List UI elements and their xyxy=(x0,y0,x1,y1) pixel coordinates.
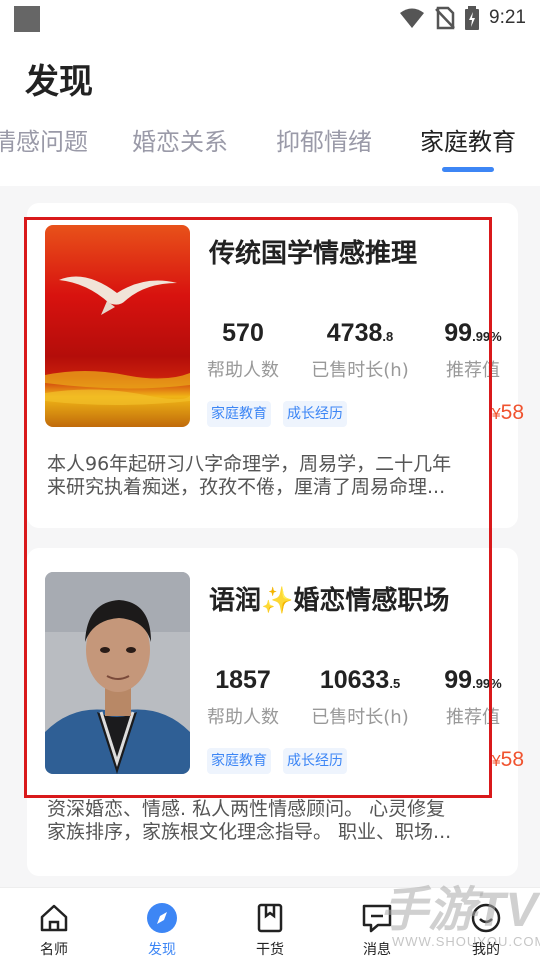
status-bar: 9:21 xyxy=(0,0,540,36)
nav-item-teachers[interactable]: 名师 xyxy=(14,888,94,960)
nav-item-discover[interactable]: 发现 xyxy=(122,888,202,960)
tab-indicator xyxy=(442,167,494,172)
page-title: 发现 xyxy=(25,62,93,102)
tab-depression[interactable]: 抑郁情绪 xyxy=(276,122,372,157)
tab-marriage[interactable]: 婚恋关系 xyxy=(132,122,228,157)
nav-item-content[interactable]: 干货 xyxy=(230,888,310,960)
clock: 9:21 xyxy=(489,7,526,28)
wifi-icon xyxy=(400,8,425,28)
bookmark-icon xyxy=(257,903,283,933)
no-sim-icon xyxy=(435,6,455,30)
price: ¥58 xyxy=(491,401,524,424)
home-icon xyxy=(40,904,68,932)
battery-icon xyxy=(465,6,480,30)
notification-icon xyxy=(14,6,40,32)
tab-emotion[interactable]: 情感问题 xyxy=(0,122,88,157)
compass-icon xyxy=(147,903,177,933)
highlight-box xyxy=(24,217,492,798)
watermark-url: WWW.SHOUYOU.COM xyxy=(392,934,540,949)
tab-family-education[interactable]: 家庭教育 xyxy=(420,122,516,157)
price: ¥58 xyxy=(491,748,524,771)
watermark-logo: 手游TV xyxy=(380,884,538,937)
header: 发现 情感问题 婚恋关系 抑郁情绪 家庭教育 xyxy=(0,36,540,186)
status-icons: 9:21 xyxy=(399,5,526,31)
counselor-description: 资深婚恋、情感. 私人两性情感顾问。 心灵修复 家族排序，家族根文化理念指导。 … xyxy=(47,798,452,843)
